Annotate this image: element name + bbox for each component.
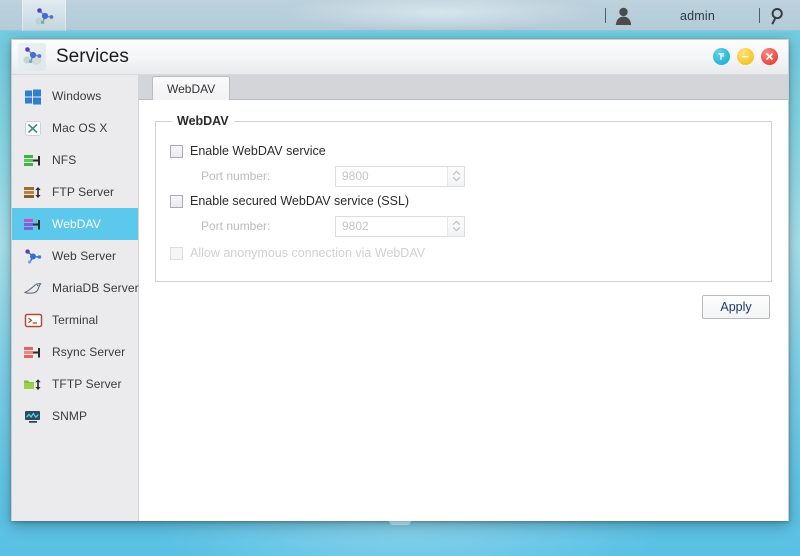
nfs-icon	[22, 150, 44, 170]
username-label: admin	[679, 8, 715, 23]
sidebar-item-label: Mac OS X	[52, 121, 108, 135]
topbar-divider-1	[604, 8, 606, 23]
sidebar-item-web-server[interactable]: Web Server	[12, 240, 138, 272]
window-controls	[713, 48, 778, 65]
molecule-icon	[21, 45, 43, 70]
launcher-button[interactable]	[22, 0, 66, 31]
sidebar-item-webdav[interactable]: WebDAV	[12, 208, 138, 240]
fieldset-legend: WebDAV	[177, 114, 229, 128]
topbar-divider-2	[759, 8, 760, 23]
sidebar-item-label: SNMP	[52, 409, 88, 423]
search-icon[interactable]	[769, 7, 792, 25]
sidebar-item-label: FTP Server	[52, 185, 115, 199]
enable-webdav-label[interactable]: Enable WebDAV service	[190, 144, 326, 158]
sidebar-item-snmp[interactable]: SNMP	[12, 400, 138, 432]
rsync-icon	[22, 342, 44, 362]
enable-webdav-checkbox[interactable]	[170, 144, 183, 158]
window-resize-handle[interactable]	[389, 519, 411, 525]
window-app-icon	[18, 43, 46, 71]
sidebar-item-label: Rsync Server	[52, 345, 126, 359]
allow-anonymous-checkbox	[170, 246, 183, 260]
sidebar-item-mariadb-server[interactable]: MariaDB Server	[12, 272, 139, 304]
webdav-icon	[22, 214, 44, 234]
system-topbar: admin	[0, 0, 800, 31]
webdav-ssl-port-row: Port number:	[170, 215, 757, 237]
settings-panel: WebDAV Enable WebDAV service Port number…	[139, 100, 788, 319]
enable-webdav-ssl-label[interactable]: Enable secured WebDAV service (SSL)	[190, 194, 409, 208]
sidebar-item-ftp-server[interactable]: FTP Server	[12, 176, 138, 208]
webdav-ssl-port-label: Port number:	[201, 219, 271, 233]
sidebar-item-windows[interactable]: Windows	[12, 80, 138, 112]
enable-webdav-ssl-checkbox[interactable]	[170, 194, 183, 208]
tab-webdav[interactable]: WebDAV	[152, 76, 231, 100]
terminal-icon	[22, 310, 44, 330]
sidebar-item-label: TFTP Server	[52, 377, 122, 391]
window-body: Windows Mac OS X NFS FTP Server WebDAV W…	[12, 75, 788, 521]
sidebar-item-label: WebDAV	[52, 217, 101, 231]
pin-button[interactable]	[713, 48, 730, 65]
enable-webdav-ssl-row: Enable secured WebDAV service (SSL)	[170, 190, 757, 212]
sidebar-item-label: NFS	[52, 153, 77, 167]
webdav-port-spinner[interactable]	[335, 165, 465, 187]
mariadb-icon	[22, 278, 44, 298]
tab-strip: WebDAV	[139, 75, 788, 100]
webdav-port-input[interactable]	[336, 166, 440, 186]
user-icon[interactable]	[615, 7, 632, 25]
allow-anonymous-row: Allow anonymous connection via WebDAV	[170, 242, 757, 264]
sidebar-item-rsync-server[interactable]: Rsync Server	[12, 336, 138, 368]
webdav-port-stepper[interactable]	[447, 166, 464, 186]
window-title: Services	[56, 46, 129, 67]
snmp-icon	[22, 406, 44, 426]
services-window: Services Windows Mac OS X NFS FTP Server…	[11, 39, 789, 525]
topbar-right-group: admin	[603, 0, 792, 31]
sidebar-item-label: Windows	[52, 89, 102, 103]
sidebar-item-terminal[interactable]: Terminal	[12, 304, 138, 336]
webdav-port-row: Port number:	[170, 165, 757, 187]
macosx-icon	[22, 118, 44, 138]
sidebar-item-nfs[interactable]: NFS	[12, 144, 138, 176]
minimize-button[interactable]	[737, 48, 754, 65]
enable-webdav-row: Enable WebDAV service	[170, 140, 757, 162]
webserver-icon	[22, 246, 44, 266]
desktop: admin Services Windows Mac OS X NFS FTP …	[0, 0, 800, 556]
tftp-icon	[22, 374, 44, 394]
windows-icon	[22, 86, 44, 106]
apply-button[interactable]: Apply	[702, 295, 770, 319]
webdav-ssl-port-input[interactable]	[336, 216, 440, 236]
sidebar-item-label: MariaDB Server	[52, 281, 139, 295]
ftp-icon	[22, 182, 44, 202]
tab-label: WebDAV	[167, 81, 216, 96]
molecule-icon	[33, 6, 55, 26]
content-area: WebDAV WebDAV Enable WebDAV service Port…	[139, 75, 788, 521]
window-titlebar[interactable]: Services	[12, 40, 788, 75]
allow-anonymous-label: Allow anonymous connection via WebDAV	[190, 246, 426, 260]
close-button[interactable]	[761, 48, 778, 65]
apply-row: Apply	[155, 282, 772, 319]
sidebar-item-label: Web Server	[52, 249, 117, 263]
sidebar-item-mac-os-x[interactable]: Mac OS X	[12, 112, 138, 144]
sidebar-item-tftp-server[interactable]: TFTP Server	[12, 368, 138, 400]
webdav-ssl-port-stepper[interactable]	[447, 216, 464, 236]
webdav-fieldset: WebDAV Enable WebDAV service Port number…	[155, 114, 772, 282]
webdav-port-label: Port number:	[201, 169, 271, 183]
sidebar-item-label: Terminal	[52, 313, 99, 327]
webdav-ssl-port-spinner[interactable]	[335, 215, 465, 237]
sidebar: Windows Mac OS X NFS FTP Server WebDAV W…	[12, 75, 139, 521]
topbar-sheen	[280, 0, 600, 31]
